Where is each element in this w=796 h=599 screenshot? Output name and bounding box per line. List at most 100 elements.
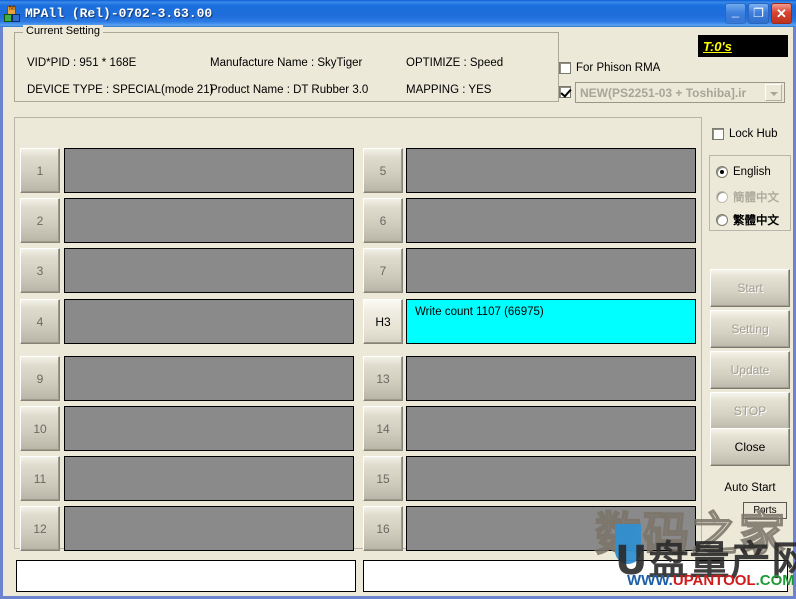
port-button-10[interactable]: 10 [20,406,60,451]
port-status-bar-9 [64,356,354,401]
lock-hub-checkbox[interactable]: Lock Hub [712,128,778,140]
language-option-traditional-chinese[interactable]: 繁體中文 [716,212,779,228]
button-label: Setting [731,322,769,336]
mapping-text: MAPPING : YES [406,84,492,96]
config-file-combobox[interactable]: NEW(PS2251-03 + Toshiba].ir [575,82,785,103]
language-label: English [733,166,771,178]
checkbox-box [559,62,571,74]
product-name-text: Product Name : DT Rubber 3.0 [210,84,369,96]
port-button-12[interactable]: 12 [20,506,60,551]
port-status-bar-10 [64,406,354,451]
port-status-bar-16 [406,506,696,551]
port-status-bar-5 [406,148,696,193]
optimize-text: OPTIMIZE : Speed [406,57,504,69]
port-status-bar-6 [406,198,696,243]
port-label: 12 [33,521,47,536]
port-label: 2 [36,213,44,228]
port-status-text: Write count 1107 (66975) [415,306,544,318]
language-label: 繁體中文 [733,213,779,227]
port-label: 7 [379,263,387,278]
timer-value: T:0's [703,38,732,54]
port-label: 11 [33,471,47,486]
port-label: 6 [379,213,387,228]
stop-button[interactable]: STOP [710,392,790,430]
port-label: 3 [36,263,44,278]
config-file-value: NEW(PS2251-03 + Toshiba].ir [580,85,747,100]
checkbox-box-checked [559,86,571,98]
port-status-bar-3 [64,248,354,293]
language-radio-group: English 簡體中文 繁體中文 [709,155,791,231]
close-icon: ✕ [776,6,787,21]
port-status-bar-4 [64,299,354,344]
port-button-7[interactable]: 7 [363,248,403,293]
port-status-bar-h3: Write count 1107 (66975) [406,299,696,344]
port-status-bar-7 [406,248,696,293]
port-button-9[interactable]: 9 [20,356,60,401]
port-label: 16 [376,521,390,536]
port-status-bar-11 [64,456,354,501]
port-status-bar-15 [406,456,696,501]
port-label: 4 [36,314,44,329]
setting-button[interactable]: Setting [710,310,790,348]
ports-button[interactable]: Ports [743,502,787,519]
radio-dot [716,166,728,178]
port-label: 13 [376,371,390,386]
lock-hub-label: Lock Hub [729,128,778,140]
manufacture-name-text: Manufacture Name : SkyTiger [210,57,363,69]
vid-pid-text: VID*PID : 951 * 168E [27,57,137,69]
device-type-text: DEVICE TYPE : SPECIAL(mode 21) [27,84,214,96]
maximize-button[interactable]: ❐ [748,3,769,24]
port-status-bar-13 [406,356,696,401]
port-button-16[interactable]: 16 [363,506,403,551]
start-button[interactable]: Start [710,269,790,307]
update-button[interactable]: Update [710,351,790,389]
port-button-4[interactable]: 4 [20,299,60,344]
config-enable-checkbox[interactable] [559,86,576,98]
status-textbox-left[interactable] [16,560,356,592]
close-button[interactable]: Close [710,428,790,466]
port-label: H3 [375,314,391,329]
for-phison-rma-checkbox[interactable]: For Phison RMA [559,62,660,74]
port-label: 1 [36,163,44,178]
window-controls: _ ❐ ✕ [725,3,792,24]
port-label: 9 [36,371,44,386]
port-button-11[interactable]: 11 [20,456,60,501]
port-label: 14 [376,421,390,436]
auto-start-label: Auto Start [724,482,776,494]
app-blocks-icon [4,5,20,22]
language-option-english[interactable]: English [716,166,771,178]
port-button-h3[interactable]: H3 [363,299,403,344]
port-button-15[interactable]: 15 [363,456,403,501]
title-bar: MPAll (Rel)-0702-3.63.00 _ ❐ ✕ [0,0,796,27]
port-button-3[interactable]: 3 [20,248,60,293]
window-title: MPAll (Rel)-0702-3.63.00 [25,6,213,21]
port-button-13[interactable]: 13 [363,356,403,401]
checkbox-box [712,128,724,140]
button-label: Ports [753,505,777,516]
port-button-6[interactable]: 6 [363,198,403,243]
port-status-bar-14 [406,406,696,451]
chevron-down-icon[interactable] [765,84,782,101]
timer-display: T:0's [698,35,788,57]
port-button-2[interactable]: 2 [20,198,60,243]
radio-dot [716,214,728,226]
language-option-simplified-chinese[interactable]: 簡體中文 [716,189,779,205]
port-label: 10 [33,421,47,436]
port-label: 5 [379,163,387,178]
language-label: 簡體中文 [733,190,779,204]
port-button-14[interactable]: 14 [363,406,403,451]
button-label: Update [730,363,770,377]
maximize-icon: ❐ [753,6,764,20]
button-label: Close [734,440,766,454]
current-setting-legend: Current Setting [23,25,103,37]
minimize-button[interactable]: _ [725,3,746,24]
status-textbox-right[interactable] [363,560,788,592]
close-window-button[interactable]: ✕ [771,3,792,24]
radio-dot [716,191,728,203]
port-button-1[interactable]: 1 [20,148,60,193]
port-button-5[interactable]: 5 [363,148,403,193]
button-label: STOP [733,404,767,418]
port-status-bar-2 [64,198,354,243]
application-window: MPAll (Rel)-0702-3.63.00 _ ❐ ✕ Current S… [0,0,796,599]
for-phison-rma-label: For Phison RMA [576,62,661,74]
